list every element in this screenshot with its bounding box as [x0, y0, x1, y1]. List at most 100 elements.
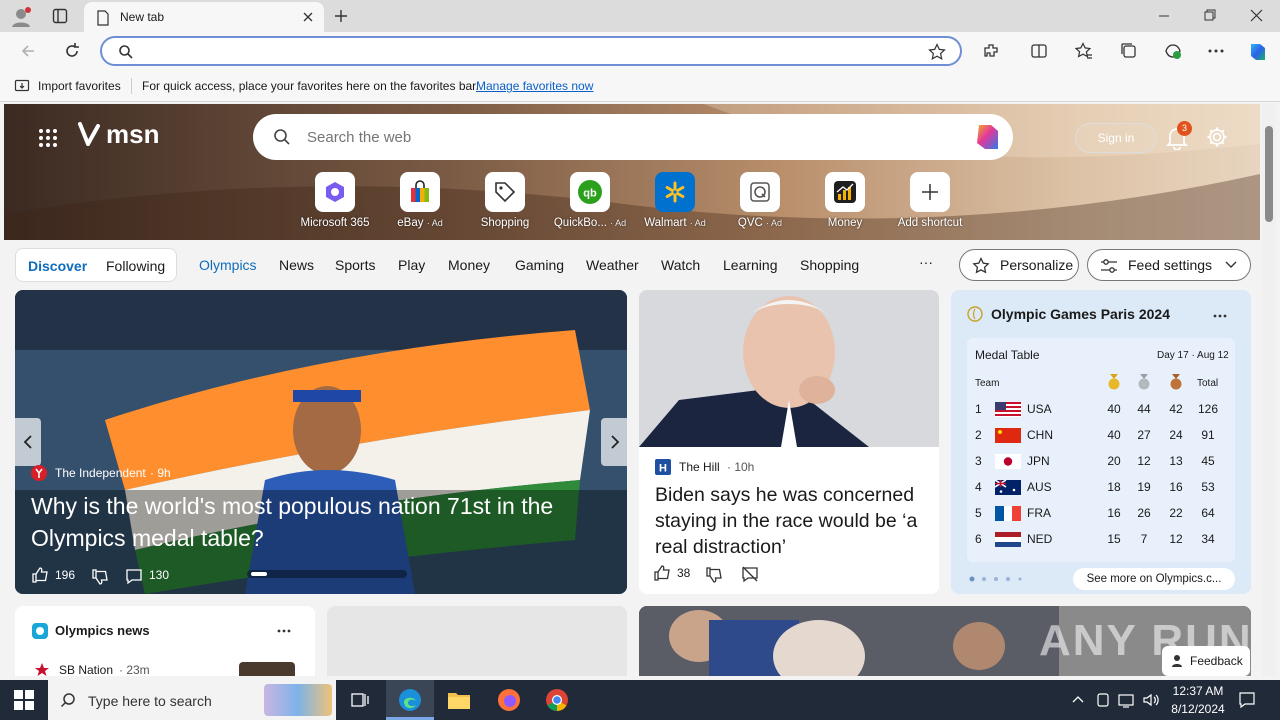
- tab-discover[interactable]: Discover: [28, 258, 87, 274]
- chrome-icon[interactable]: [545, 688, 569, 712]
- medal-row-aus[interactable]: 4 AUS 18 19 16 53: [975, 474, 1229, 500]
- minimize-icon[interactable]: [1158, 10, 1170, 22]
- nav-weather[interactable]: Weather: [586, 257, 639, 273]
- firefox-icon[interactable]: [497, 688, 521, 712]
- file-explorer-icon[interactable]: [447, 689, 471, 711]
- nav-shopping[interactable]: Shopping: [800, 257, 859, 273]
- olympics-card-title[interactable]: Olympic Games Paris 2024: [991, 306, 1170, 322]
- new-tab-plus-icon[interactable]: [333, 8, 349, 24]
- extensions-icon[interactable]: [982, 42, 1000, 60]
- tab-new-tab[interactable]: New tab: [84, 2, 324, 32]
- carousel-next-button[interactable]: [601, 418, 627, 466]
- import-favorites-icon[interactable]: [14, 78, 30, 94]
- network-icon[interactable]: [1118, 692, 1136, 708]
- page-scrollbar[interactable]: [1262, 104, 1276, 676]
- favorites-icon[interactable]: [1075, 42, 1093, 60]
- medal-row-usa[interactable]: 1 USA 40 44 42 126: [975, 396, 1229, 422]
- browser-essentials-icon[interactable]: [1164, 42, 1182, 60]
- shortcut-label: QVC: [737, 217, 763, 229]
- crowd-photo-card[interactable]: ANY RUN Feedback: [639, 606, 1251, 676]
- medal-row-ned[interactable]: 6 NED 15 7 12 34: [975, 526, 1229, 552]
- nav-money[interactable]: Money: [448, 257, 490, 273]
- shortcut-walmart[interactable]: Walmart · Ad: [635, 170, 715, 232]
- dislike-icon[interactable]: [705, 566, 723, 584]
- shortcut-shopping[interactable]: Shopping: [465, 170, 545, 232]
- back-arrow-icon[interactable]: [20, 43, 36, 59]
- shortcut-qvc[interactable]: QVC · Ad: [720, 170, 800, 232]
- tab-actions-icon[interactable]: [52, 8, 68, 24]
- second-story-card[interactable]: H The Hill · 10h Biden says he was conce…: [639, 290, 939, 594]
- medal-row-chn[interactable]: 2 CHN 40 27 24 91: [975, 422, 1229, 448]
- volume-icon[interactable]: [1142, 692, 1160, 708]
- close-tab-icon[interactable]: [302, 11, 314, 23]
- nav-more-button[interactable]: ···: [919, 254, 933, 270]
- notification-center-icon[interactable]: [1238, 691, 1256, 709]
- address-bar[interactable]: [100, 36, 962, 66]
- windows-start-icon[interactable]: [14, 690, 34, 710]
- windows-taskbar: Type here to search 12:37 AM 8/12/2024: [0, 680, 1280, 720]
- page-icon: [96, 10, 110, 26]
- second-story-headline[interactable]: Biden says he was concerned staying in t…: [655, 482, 927, 560]
- shortcut-quickbooks[interactable]: qb QuickBo... · Ad: [550, 170, 630, 232]
- collections-icon[interactable]: [1120, 42, 1138, 60]
- bronze-count: 24: [1169, 428, 1183, 442]
- tab-following[interactable]: Following: [106, 258, 165, 274]
- nav-learning[interactable]: Learning: [723, 257, 778, 273]
- split-screen-icon[interactable]: [1030, 42, 1048, 60]
- restore-icon[interactable]: [1204, 9, 1216, 21]
- task-view-icon[interactable]: [351, 691, 369, 709]
- silver-medal-icon: [1137, 374, 1151, 390]
- more-options-icon[interactable]: [277, 629, 291, 633]
- clock-time[interactable]: 12:37 AM: [1168, 684, 1228, 698]
- nav-watch[interactable]: Watch: [661, 257, 700, 273]
- settings-more-icon[interactable]: [1207, 48, 1225, 54]
- comment-icon[interactable]: [125, 567, 143, 585]
- dislike-icon[interactable]: [91, 568, 109, 586]
- see-more-olympics-button[interactable]: See more on Olympics.c...: [1073, 568, 1235, 590]
- taskbar-search-box[interactable]: Type here to search: [48, 680, 336, 720]
- sign-in-button[interactable]: Sign in: [1075, 123, 1157, 153]
- gear-icon[interactable]: [1206, 126, 1228, 148]
- manage-favorites-link[interactable]: Manage favorites now: [476, 79, 593, 93]
- nav-sports[interactable]: Sports: [335, 257, 375, 273]
- carousel-prev-button[interactable]: [15, 418, 41, 466]
- copilot-icon[interactable]: [1246, 40, 1270, 64]
- feed-settings-button[interactable]: Feed settings: [1087, 249, 1251, 281]
- refresh-icon[interactable]: [63, 42, 81, 60]
- msn-search-input[interactable]: [307, 126, 927, 148]
- feedback-button[interactable]: Feedback: [1162, 646, 1250, 676]
- nav-play[interactable]: Play: [398, 257, 425, 273]
- main-story-headline[interactable]: Why is the world's most populous nation …: [31, 490, 611, 554]
- nav-olympics[interactable]: Olympics: [199, 257, 257, 273]
- olympics-news-title[interactable]: Olympics news: [55, 623, 150, 638]
- like-icon[interactable]: [31, 566, 49, 584]
- copilot-icon[interactable]: [971, 122, 1003, 152]
- import-favorites-button[interactable]: Import favorites: [38, 79, 121, 93]
- msn-search-box[interactable]: [253, 114, 1013, 160]
- nav-news[interactable]: News: [279, 257, 314, 273]
- shortcut-label: Walmart: [644, 217, 687, 229]
- comment-off-icon[interactable]: [741, 565, 759, 583]
- favorite-star-icon[interactable]: [928, 43, 946, 61]
- shortcut-ebay[interactable]: eBay · Ad: [380, 170, 460, 232]
- scrollbar-thumb[interactable]: [1265, 126, 1273, 222]
- taskbar-edge-button[interactable]: [386, 680, 434, 720]
- shortcut-money[interactable]: Money: [805, 170, 885, 232]
- device-icon[interactable]: [1096, 692, 1110, 708]
- nav-gaming[interactable]: Gaming: [515, 257, 564, 273]
- apps-grid-icon[interactable]: [38, 128, 58, 148]
- profile-avatar-icon[interactable]: [10, 6, 32, 28]
- main-story-card[interactable]: The Independent · 9h Why is the world's …: [15, 290, 627, 594]
- clock-date[interactable]: 8/12/2024: [1166, 702, 1230, 716]
- close-window-icon[interactable]: [1250, 9, 1263, 22]
- olympics-news-card[interactable]: Olympics news SB Nation · 23m: [15, 606, 315, 676]
- like-icon[interactable]: [653, 564, 671, 582]
- olympics-medal-card[interactable]: Olympic Games Paris 2024 Medal Table Day…: [951, 290, 1251, 594]
- personalize-button[interactable]: Personalize: [959, 249, 1079, 281]
- more-options-icon[interactable]: [1213, 314, 1227, 318]
- medal-row-jpn[interactable]: 3 JPN 20 12 13 45: [975, 448, 1229, 474]
- chevron-up-icon[interactable]: [1072, 694, 1084, 704]
- medal-row-fra[interactable]: 5 FRA 16 26 22 64: [975, 500, 1229, 526]
- shortcut-add[interactable]: Add shortcut: [890, 170, 970, 232]
- shortcut-microsoft-365[interactable]: Microsoft 365: [295, 170, 375, 232]
